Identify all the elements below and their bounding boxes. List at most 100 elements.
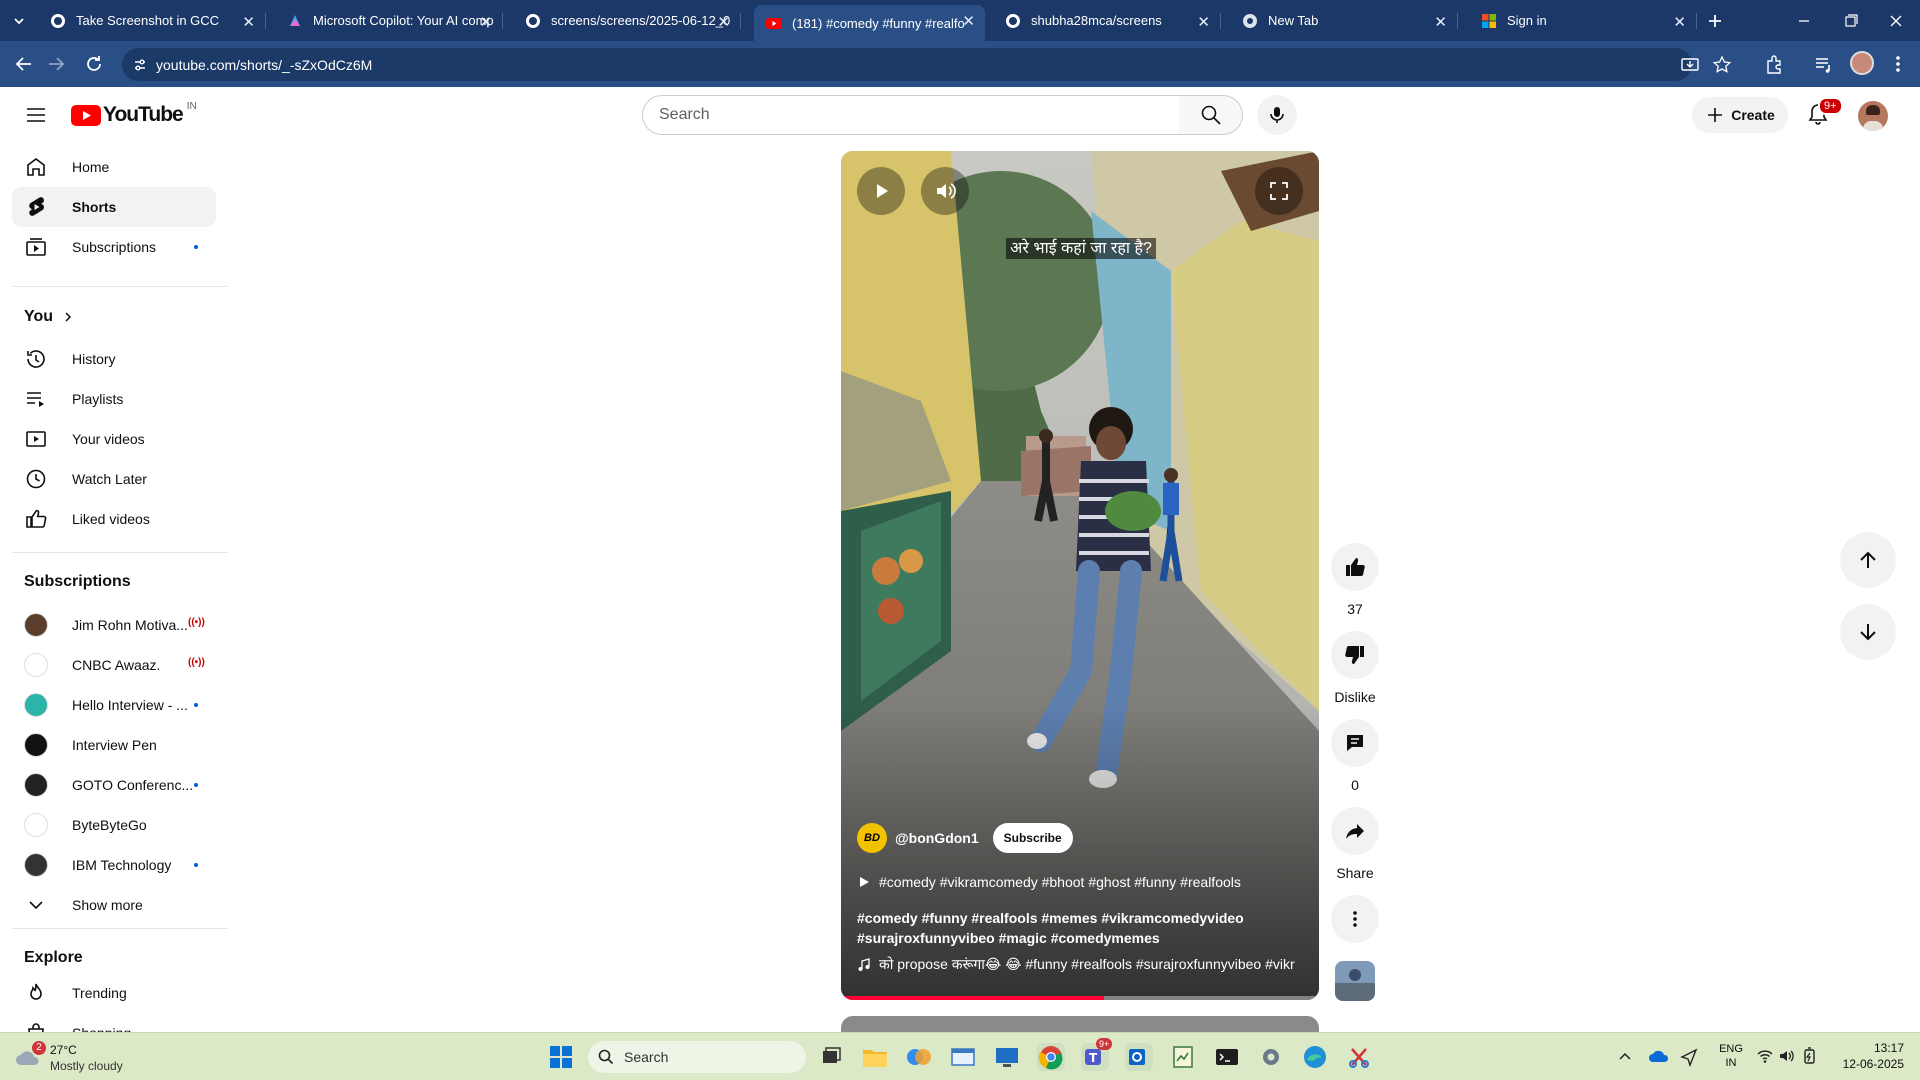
subscription-item[interactable]: IBM Technology (12, 845, 216, 885)
profile-avatar[interactable] (1850, 51, 1874, 75)
spreadsheet-app-icon[interactable] (1169, 1043, 1197, 1071)
subscription-item[interactable]: ByteByteGo (12, 805, 216, 845)
account-avatar[interactable] (1858, 101, 1888, 131)
tab-search-dropdown-icon[interactable] (10, 12, 28, 30)
taskbar-search-box[interactable]: Search (588, 1041, 806, 1073)
file-explorer-icon[interactable] (861, 1043, 889, 1071)
sidebar-item-shorts[interactable]: Shorts (12, 187, 216, 227)
battery-icon[interactable] (1800, 1047, 1818, 1065)
subscription-item[interactable]: Interview Pen (12, 725, 216, 765)
window-app-icon[interactable] (949, 1043, 977, 1071)
language-indicator[interactable]: ENG IN (1714, 1042, 1748, 1070)
play-button[interactable] (857, 167, 905, 215)
sidebar-item-liked-videos[interactable]: Liked videos (12, 499, 216, 539)
browser-menu-icon[interactable] (1888, 53, 1908, 75)
teams-icon[interactable]: T 9+ (1081, 1038, 1113, 1071)
close-tab-icon[interactable]: ✕ (242, 13, 255, 31)
previous-short-button[interactable] (1840, 532, 1896, 588)
subscription-item[interactable]: Jim Rohn Motiva... ((•)) (12, 605, 216, 645)
bookmark-star-icon[interactable] (1712, 55, 1732, 75)
volume-icon[interactable] (1778, 1047, 1796, 1065)
site-info-icon[interactable] (132, 57, 148, 73)
channel-avatar[interactable]: BD (857, 823, 887, 853)
media-controls-icon[interactable] (1813, 53, 1835, 75)
video-progress-track[interactable] (841, 996, 1319, 1000)
copilot-app-icon[interactable] (905, 1043, 933, 1071)
sidebar-item-playlists[interactable]: Playlists (12, 379, 216, 419)
browser-tab[interactable]: Take Screenshot in GCC ✕ (38, 6, 266, 35)
close-tab-icon[interactable]: ✕ (962, 12, 975, 30)
subscribe-button[interactable]: Subscribe (992, 823, 1073, 853)
extensions-icon[interactable] (1763, 53, 1785, 75)
sound-thumbnail[interactable] (1335, 961, 1375, 1001)
show-more-button[interactable]: Show more (12, 885, 216, 925)
forward-button[interactable] (44, 52, 68, 76)
playlist-row[interactable]: #comedy #vikramcomedy #bhoot #ghost #fun… (857, 874, 1241, 890)
volume-button[interactable] (921, 167, 969, 215)
browser-tab[interactable]: Sign in ✕ (1469, 6, 1697, 35)
address-bar[interactable]: youtube.com/shorts/_-sZxOdCz6M (122, 48, 1732, 81)
search-button[interactable] (1179, 95, 1243, 135)
close-tab-icon[interactable]: ✕ (1673, 13, 1686, 31)
search-input[interactable]: Search (642, 95, 1180, 135)
edge-icon[interactable] (1301, 1043, 1329, 1071)
show-hidden-icons[interactable] (1617, 1049, 1633, 1065)
new-tab-button[interactable] (1703, 9, 1727, 33)
share-button[interactable] (1331, 807, 1379, 855)
reload-button[interactable] (82, 52, 106, 76)
channel-name[interactable]: @bonGdon1 (895, 830, 979, 846)
subscription-item[interactable]: GOTO Conferenc... (12, 765, 216, 805)
close-tab-icon[interactable]: ✕ (1197, 13, 1210, 31)
location-icon[interactable] (1679, 1047, 1699, 1067)
wifi-icon[interactable] (1756, 1047, 1774, 1065)
sidebar-item-history[interactable]: History (12, 339, 216, 379)
dislike-button[interactable] (1331, 631, 1379, 679)
sidebar-item-shopping[interactable]: Shopping (12, 1013, 216, 1033)
install-app-icon[interactable] (1680, 55, 1700, 75)
settings-icon[interactable] (1257, 1043, 1285, 1071)
notifications-button[interactable]: 9+ (1805, 97, 1843, 129)
subscription-item[interactable]: CNBC Awaaz. ((•)) (12, 645, 216, 685)
comment-button[interactable] (1331, 719, 1379, 767)
sidebar-item-your-videos[interactable]: Your videos (12, 419, 216, 459)
close-window-button[interactable] (1884, 12, 1908, 30)
snipping-tool-icon[interactable] (1345, 1043, 1373, 1071)
you-section-header[interactable]: You (24, 308, 75, 326)
clock[interactable]: 13:17 12-06-2025 (1822, 1040, 1904, 1072)
sidebar-item-home[interactable]: Home (12, 147, 216, 187)
next-short-button[interactable] (1840, 604, 1896, 660)
onedrive-icon[interactable] (1648, 1047, 1670, 1065)
minimize-button[interactable] (1792, 12, 1816, 30)
browser-tab[interactable]: Microsoft Copilot: Your AI comp ✕ (275, 6, 503, 35)
start-button[interactable] (549, 1045, 573, 1069)
guide-menu-icon[interactable] (24, 103, 48, 127)
fullscreen-button[interactable] (1255, 167, 1303, 215)
sidebar-item-trending[interactable]: Trending (12, 973, 216, 1013)
browser-tab[interactable]: (181) #comedy #funny #realfo ✕ (754, 5, 985, 41)
close-tab-icon[interactable]: ✕ (1434, 13, 1447, 31)
close-tab-icon[interactable]: ✕ (479, 13, 492, 31)
sound-row[interactable]: को propose करूंगा😂 😂 #funny #realfools #… (857, 955, 1307, 974)
sidebar-item-watch-later[interactable]: Watch Later (12, 459, 216, 499)
sidebar-item-subscriptions[interactable]: Subscriptions (12, 227, 216, 267)
more-options-button[interactable] (1331, 895, 1379, 943)
back-button[interactable] (12, 52, 36, 76)
task-view-icon[interactable] (817, 1043, 845, 1071)
create-button[interactable]: Create (1692, 97, 1788, 133)
weather-widget[interactable]: 2 27°C Mostly cloudy (14, 1041, 154, 1075)
shorts-video-player[interactable]: अरे भाई कहां जा रहा है? BD @bonGdon1 Sub… (841, 151, 1319, 1000)
youtube-logo[interactable]: YouTube IN (71, 101, 197, 127)
subscription-item[interactable]: Hello Interview - ... (12, 685, 216, 725)
close-tab-icon[interactable]: ✕ (717, 13, 730, 31)
outlook-icon[interactable] (1125, 1043, 1153, 1071)
chrome-icon[interactable] (1037, 1043, 1065, 1071)
browser-tab[interactable]: shubha28mca/screens ✕ (993, 6, 1221, 35)
like-button[interactable] (1331, 543, 1379, 591)
restore-button[interactable] (1838, 12, 1862, 30)
browser-tab[interactable]: New Tab ✕ (1230, 6, 1458, 35)
browser-tab[interactable]: screens/screens/2025-06-12_0 ✕ (513, 6, 741, 35)
remote-desktop-icon[interactable] (993, 1043, 1021, 1071)
voice-search-button[interactable] (1257, 95, 1297, 135)
terminal-icon[interactable] (1213, 1043, 1241, 1071)
video-description[interactable]: #comedy #funny #realfools #memes #vikram… (857, 908, 1297, 948)
